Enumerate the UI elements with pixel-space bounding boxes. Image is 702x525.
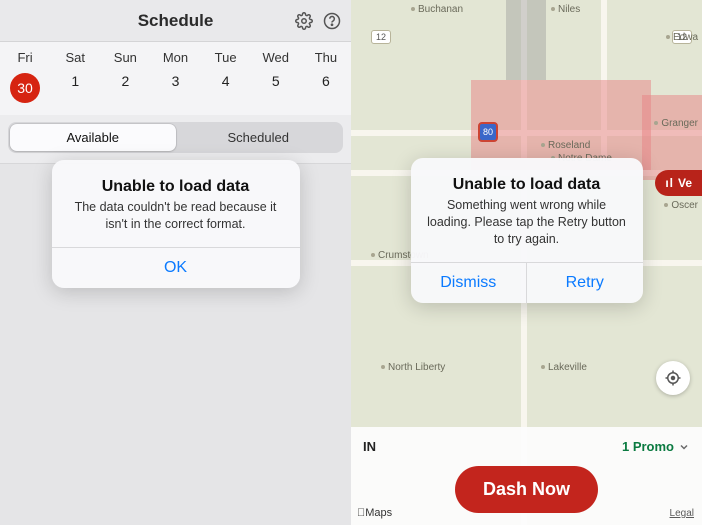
date-cell[interactable]: 2 <box>100 69 150 115</box>
gear-icon[interactable] <box>295 12 313 30</box>
weekday-label: Tue <box>201 42 251 69</box>
segmented-control: Available Scheduled <box>8 122 343 153</box>
alert-message: The data couldn't be read because it isn… <box>66 199 286 233</box>
city-label: Buchanan <box>411 4 463 15</box>
weekday-label: Thu <box>301 42 351 69</box>
alert-body: Unable to load data The data couldn't be… <box>52 160 300 247</box>
map-gray-region <box>506 0 546 80</box>
signal-bars-icon: ıl <box>665 176 674 190</box>
promo-label: 1 Promo <box>622 439 674 454</box>
schedule-pane: Schedule Fri Sat Sun Mon Tue Wed Thu 30 … <box>0 0 351 525</box>
alert-dialog: Unable to load data The data couldn't be… <box>52 160 300 288</box>
city-label: Edwa <box>666 32 698 43</box>
city-label: Oscer <box>664 200 698 211</box>
date-cell[interactable]: 5 <box>251 69 301 115</box>
bottom-sheet-row: IN 1 Promo <box>363 439 690 454</box>
map-pane: 12 12 80 Buchanan Niles Edwa Granger Ros… <box>351 0 702 525</box>
date-cell[interactable]: 30 <box>0 69 50 115</box>
date-cell[interactable]: 1 <box>50 69 100 115</box>
legal-link[interactable]: Legal <box>670 508 694 519</box>
city-label: Niles <box>551 4 580 15</box>
weekday-label: Mon <box>150 42 200 69</box>
chevron-down-icon <box>678 441 690 453</box>
interstate-shield-icon: 80 <box>479 123 497 141</box>
date-cell[interactable]: 6 <box>301 69 351 115</box>
dismiss-button[interactable]: Dismiss <box>411 263 527 303</box>
dash-now-button[interactable]: Dash Now <box>455 466 598 513</box>
weekday-label: Fri <box>0 42 50 69</box>
header-bar: Schedule <box>0 0 351 42</box>
alert-actions: OK <box>52 247 300 288</box>
city-label: North Liberty <box>381 362 445 373</box>
map-red-region <box>642 95 702 180</box>
city-label: Granger <box>654 118 698 129</box>
city-label: Lakeville <box>541 362 587 373</box>
maps-attribution: Maps <box>357 507 392 519</box>
segment-available[interactable]: Available <box>10 124 176 151</box>
retry-button[interactable]: Retry <box>526 263 643 303</box>
state-label: IN <box>363 439 376 454</box>
bottom-sheet: IN 1 Promo Dash Now <box>351 427 702 525</box>
ok-button[interactable]: OK <box>52 248 300 288</box>
alert-title: Unable to load data <box>66 178 286 196</box>
selected-date-badge: 30 <box>10 73 40 103</box>
alert-body: Unable to load data Something went wrong… <box>411 158 643 262</box>
city-label: Roseland <box>541 140 590 151</box>
page-title: Schedule <box>138 11 214 31</box>
date-cell[interactable]: 3 <box>150 69 200 115</box>
weekday-label: Wed <box>251 42 301 69</box>
segmented-control-wrap: Available Scheduled <box>0 115 351 164</box>
weekday-label: Sun <box>100 42 150 69</box>
date-row: 30 1 2 3 4 5 6 <box>0 69 351 115</box>
highway-shield-icon: 12 <box>371 30 391 44</box>
heat-pill[interactable]: ıl Ve <box>655 170 702 196</box>
date-cell[interactable]: 4 <box>201 69 251 115</box>
weekday-row: Fri Sat Sun Mon Tue Wed Thu <box>0 42 351 69</box>
alert-backdrop: Unable to load data The data couldn't be… <box>0 160 351 525</box>
header-actions <box>295 12 341 30</box>
alert-actions: Dismiss Retry <box>411 262 643 303</box>
alert-message: Something went wrong while loading. Plea… <box>425 197 629 248</box>
locate-button[interactable] <box>656 361 690 395</box>
weekday-label: Sat <box>50 42 100 69</box>
promo-button[interactable]: 1 Promo <box>622 439 690 454</box>
heat-pill-label: Ve <box>678 176 692 190</box>
alert-title: Unable to load data <box>425 176 629 194</box>
alert-dialog: Unable to load data Something went wrong… <box>411 158 643 303</box>
segment-scheduled[interactable]: Scheduled <box>176 124 342 151</box>
help-icon[interactable] <box>323 12 341 30</box>
locate-icon <box>664 369 682 387</box>
